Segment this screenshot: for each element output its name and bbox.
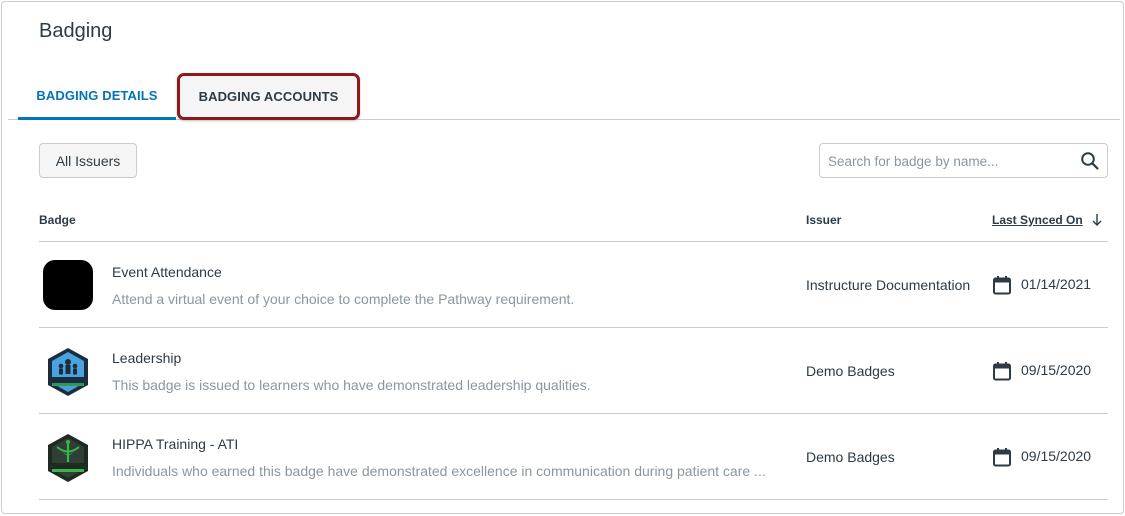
table-row[interactable]: HIPPA Training - ATI Individuals who ear… bbox=[39, 414, 1108, 500]
badge-issuer: Instructure Documentation bbox=[806, 277, 971, 293]
table-row[interactable]: Leadership This badge is issued to learn… bbox=[39, 328, 1108, 414]
last-synced-date: 09/15/2020 bbox=[1021, 362, 1092, 378]
column-header-last-synced[interactable]: Last Synced On bbox=[992, 213, 1103, 227]
badge-description: This badge is issued to learners who hav… bbox=[112, 377, 591, 393]
all-issuers-button[interactable]: All Issuers bbox=[39, 143, 137, 178]
column-header-issuer: Issuer bbox=[806, 213, 842, 227]
arrow-down-icon bbox=[1092, 214, 1102, 226]
last-synced-date: 01/14/2021 bbox=[1021, 276, 1092, 292]
badging-panel: Badging BADGING DETAILS BADGING ACCOUNTS… bbox=[1, 1, 1124, 514]
badge-description: Individuals who earned this badge have d… bbox=[112, 463, 766, 479]
badge-name: Leadership bbox=[112, 350, 182, 366]
tab-badging-details[interactable]: BADGING DETAILS bbox=[18, 74, 176, 120]
last-synced-label: Last Synced On bbox=[992, 213, 1083, 227]
search-input[interactable] bbox=[828, 151, 1068, 171]
badge-image-leadership bbox=[48, 348, 88, 396]
column-header-badge: Badge bbox=[39, 213, 76, 227]
badge-name: HIPPA Training - ATI bbox=[112, 436, 239, 452]
badge-image-event-attendance bbox=[43, 260, 93, 310]
calendar-icon bbox=[993, 448, 1011, 467]
calendar-icon bbox=[993, 362, 1011, 381]
badge-issuer: Demo Badges bbox=[806, 449, 895, 465]
badge-image-hipaa bbox=[48, 434, 88, 482]
row-divider bbox=[39, 499, 1108, 500]
page-title: Badging bbox=[39, 20, 113, 42]
badge-description: Attend a virtual event of your choice to… bbox=[112, 291, 575, 307]
tab-badging-accounts[interactable]: BADGING ACCOUNTS bbox=[177, 73, 360, 120]
badge-issuer: Demo Badges bbox=[806, 363, 895, 379]
tab-bar: BADGING DETAILS BADGING ACCOUNTS bbox=[8, 73, 1120, 120]
table-row[interactable]: Event Attendance Attend a virtual event … bbox=[39, 242, 1108, 328]
badge-search bbox=[819, 143, 1108, 178]
search-icon[interactable] bbox=[1080, 151, 1100, 171]
calendar-icon bbox=[993, 276, 1011, 295]
badge-name: Event Attendance bbox=[112, 264, 222, 280]
last-synced-date: 09/15/2020 bbox=[1021, 448, 1092, 464]
